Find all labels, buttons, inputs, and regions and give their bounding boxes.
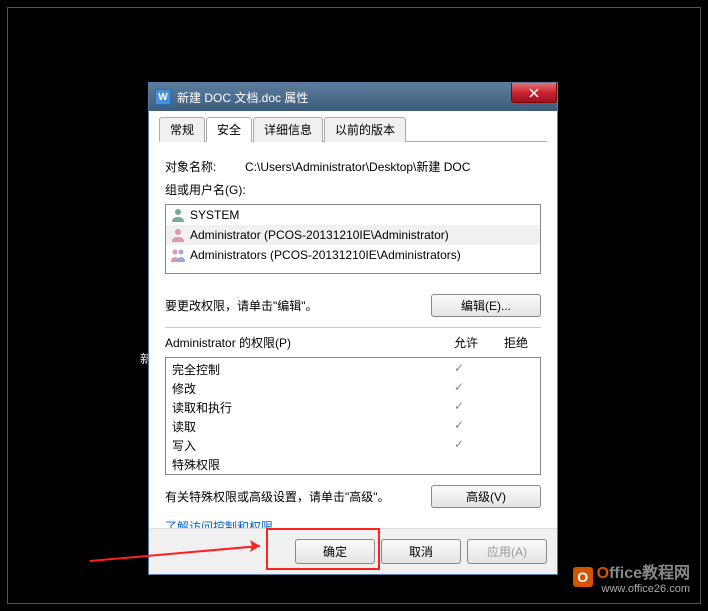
allow-check: ✓ — [434, 361, 484, 378]
ok-button[interactable]: 确定 — [295, 539, 375, 564]
permission-name: 读取和执行 — [172, 399, 434, 416]
change-permissions-row: 要更改权限，请单击"编辑"。 编辑(E)... — [165, 294, 541, 317]
group-icon — [170, 247, 186, 263]
groups-label: 组或用户名(G): — [165, 181, 541, 198]
deny-check — [484, 418, 534, 435]
allow-check: ✓ — [434, 418, 484, 435]
tab-previous-versions[interactable]: 以前的版本 — [324, 117, 406, 142]
user-name: Administrator (PCOS-20131210IE\Administr… — [190, 228, 449, 242]
deny-check — [484, 399, 534, 416]
user-name: Administrators (PCOS-20131210IE\Administ… — [190, 248, 461, 262]
tab-details[interactable]: 详细信息 — [253, 117, 323, 142]
list-item[interactable]: SYSTEM — [166, 205, 540, 225]
app-icon: W — [155, 89, 171, 105]
user-list[interactable]: SYSTEM Administrator (PCOS-20131210IE\Ad… — [165, 204, 541, 274]
dialog-body: 常规 安全 详细信息 以前的版本 对象名称: C:\Users\Administ… — [149, 111, 557, 549]
permission-row: 特殊权限 — [172, 455, 534, 474]
tab-content: 对象名称: C:\Users\Administrator\Desktop\新建 … — [159, 150, 547, 543]
cancel-button[interactable]: 取消 — [381, 539, 461, 564]
permission-row: 读取和执行 ✓ — [172, 398, 534, 417]
permission-row: 读取 ✓ — [172, 417, 534, 436]
apply-button[interactable]: 应用(A) — [467, 539, 547, 564]
object-name-label: 对象名称: — [165, 158, 245, 175]
deny-check — [484, 361, 534, 378]
allow-check: ✓ — [434, 437, 484, 454]
user-icon — [170, 227, 186, 243]
permission-row: 完全控制 ✓ — [172, 360, 534, 379]
deny-check — [484, 456, 534, 473]
allow-check: ✓ — [434, 380, 484, 397]
object-name-value: C:\Users\Administrator\Desktop\新建 DOC — [245, 158, 541, 175]
change-permissions-text: 要更改权限，请单击"编辑"。 — [165, 297, 318, 314]
tab-general[interactable]: 常规 — [159, 117, 205, 142]
edit-button[interactable]: 编辑(E)... — [431, 294, 541, 317]
permission-name: 读取 — [172, 418, 434, 435]
dialog-title: 新建 DOC 文档.doc 属性 — [177, 89, 308, 106]
separator — [165, 327, 541, 328]
deny-header: 拒绝 — [491, 334, 541, 351]
close-icon — [529, 88, 539, 98]
dialog-titlebar[interactable]: W 新建 DOC 文档.doc 属性 — [149, 83, 557, 111]
watermark: O Office教程网 www.office26.com — [573, 559, 690, 595]
permissions-for-label: Administrator 的权限(P) — [165, 334, 441, 351]
permission-row: 修改 ✓ — [172, 379, 534, 398]
allow-check — [434, 456, 484, 473]
permission-name: 写入 — [172, 437, 434, 454]
permissions-header: Administrator 的权限(P) 允许 拒绝 — [165, 334, 541, 351]
advanced-row: 有关特殊权限或高级设置，请单击"高级"。 高级(V) — [165, 485, 541, 508]
permissions-list: 完全控制 ✓ 修改 ✓ 读取和执行 ✓ 读取 ✓ — [165, 357, 541, 475]
permission-name: 特殊权限 — [172, 456, 434, 473]
advanced-text: 有关特殊权限或高级设置，请单击"高级"。 — [165, 488, 431, 505]
allow-header: 允许 — [441, 334, 491, 351]
list-item[interactable]: Administrator (PCOS-20131210IE\Administr… — [166, 225, 540, 245]
properties-dialog: W 新建 DOC 文档.doc 属性 常规 安全 详细信息 以前的版本 对象名称… — [148, 82, 558, 575]
close-button[interactable] — [511, 83, 557, 103]
watermark-brand: Office教程网 — [597, 565, 690, 582]
advanced-button[interactable]: 高级(V) — [431, 485, 541, 508]
tab-strip: 常规 安全 详细信息 以前的版本 — [159, 117, 547, 142]
permission-row: 写入 ✓ — [172, 436, 534, 455]
permission-name: 修改 — [172, 380, 434, 397]
deny-check — [484, 380, 534, 397]
object-name-row: 对象名称: C:\Users\Administrator\Desktop\新建 … — [165, 158, 541, 175]
user-name: SYSTEM — [190, 208, 239, 222]
watermark-url: www.office26.com — [597, 583, 690, 595]
tab-security[interactable]: 安全 — [206, 117, 252, 142]
allow-check: ✓ — [434, 399, 484, 416]
watermark-logo-icon: O — [573, 567, 593, 587]
user-icon — [170, 207, 186, 223]
list-item[interactable]: Administrators (PCOS-20131210IE\Administ… — [166, 245, 540, 265]
deny-check — [484, 437, 534, 454]
permission-name: 完全控制 — [172, 361, 434, 378]
annotation-arrow-icon — [90, 536, 270, 566]
